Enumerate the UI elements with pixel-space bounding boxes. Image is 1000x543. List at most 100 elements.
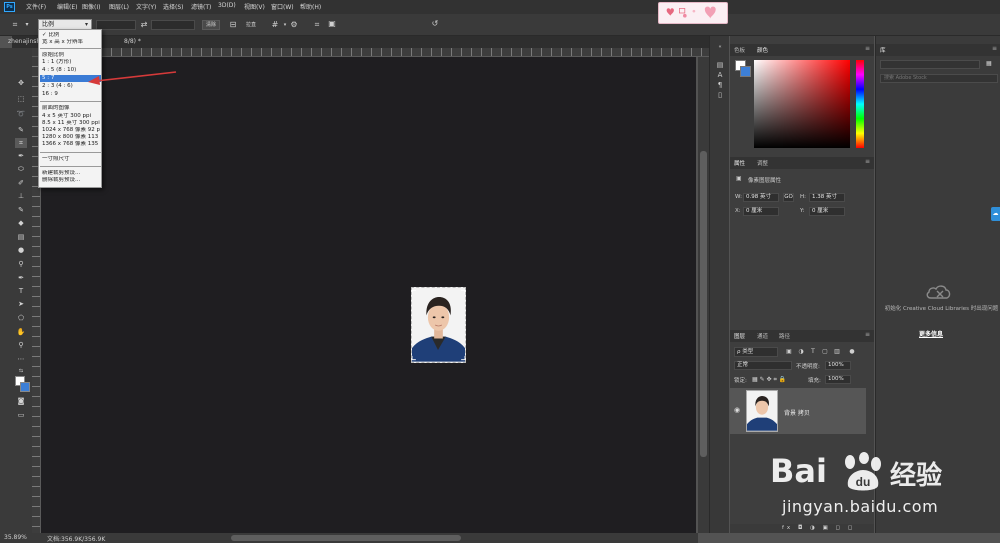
document-tab[interactable]: zhenajinsh xyxy=(8,38,40,45)
menu-window[interactable]: 窗口(W) xyxy=(271,2,294,11)
gear-icon[interactable]: ⚙ xyxy=(289,20,299,30)
move-tool-icon[interactable]: ✥ xyxy=(15,78,27,88)
menu-edit[interactable]: 编辑(E) xyxy=(57,2,77,11)
dodge-tool-icon[interactable]: ⚲ xyxy=(15,259,27,269)
blur-tool-icon[interactable]: ● xyxy=(15,245,27,255)
panel-menu-icon[interactable]: ≡ xyxy=(865,45,870,52)
menu-item-4x5-inch[interactable]: 4 x 5 英寸 300 ppi xyxy=(42,113,100,120)
tab-libraries[interactable]: 库 xyxy=(880,46,886,54)
library-select[interactable] xyxy=(880,60,980,69)
width-input[interactable]: 0.98 英寸 xyxy=(743,193,779,202)
vertical-scrollbar-thumb[interactable] xyxy=(700,151,707,457)
doc-size-info[interactable]: 文档:356.9K/356.9K xyxy=(47,534,105,543)
tab-adjustments[interactable]: 调整 xyxy=(757,159,768,167)
tab-swatches[interactable]: 色板 xyxy=(734,46,745,54)
horizontal-scrollbar-thumb[interactable] xyxy=(231,535,461,541)
blend-mode-select[interactable]: 正常 xyxy=(734,361,792,370)
tab-layers[interactable]: 图层 xyxy=(734,332,745,340)
hue-slider[interactable] xyxy=(856,60,864,148)
gradient-tool-icon[interactable]: ▤ xyxy=(15,232,27,242)
collapse-panel-icon[interactable]: « xyxy=(715,42,725,52)
filter-pixel-icon[interactable]: ▣ xyxy=(785,348,793,356)
eyedropper-tool-icon[interactable]: ✒ xyxy=(15,151,27,161)
quick-mask-icon[interactable]: ◙ xyxy=(15,396,27,406)
paragraph-icon[interactable]: ¶ xyxy=(715,80,725,90)
link-dimensions-button[interactable]: GO xyxy=(783,193,794,202)
crop-tool-active-icon[interactable]: ⌗ xyxy=(15,138,27,148)
menu-item-1-1[interactable]: 1 : 1 (方形) xyxy=(42,59,100,66)
crop-tool-icon[interactable]: ⌗ xyxy=(10,20,20,30)
clear-button[interactable]: 清除 xyxy=(202,20,220,30)
width-field[interactable] xyxy=(96,20,136,30)
layer-name[interactable]: 背景 拷贝 xyxy=(784,408,810,417)
side-cloud-tab[interactable]: ☁ xyxy=(991,207,1000,221)
opacity-input[interactable]: 100% xyxy=(825,361,851,370)
glyph-icon[interactable]: ▯ xyxy=(715,90,725,100)
menu-item-original-ratio[interactable]: 原始比例 xyxy=(42,52,100,59)
history-icon[interactable]: ▤ xyxy=(715,60,725,70)
menu-item-ratio[interactable]: ✓ 比例 xyxy=(42,32,100,39)
menu-item-delete-crop-preset[interactable]: 删除裁剪预设... xyxy=(42,177,100,184)
color-field[interactable] xyxy=(754,60,850,148)
menu-item-new-crop-preset[interactable]: 新建裁剪预设... xyxy=(42,170,100,177)
layer-filter-select[interactable]: ρ 类型 xyxy=(734,347,778,357)
eraser-tool-icon[interactable]: ◆ xyxy=(15,218,27,228)
menu-item-w-h-resolution[interactable]: 宽 x 高 x 分辨率 xyxy=(42,39,100,46)
default-colors-icon[interactable]: ⇆ xyxy=(15,366,27,376)
filter-adjust-icon[interactable]: ◑ xyxy=(797,348,805,356)
lasso-tool-icon[interactable]: ➰ xyxy=(15,109,27,119)
fill-input[interactable]: 100% xyxy=(825,375,851,384)
screen-mode-icon[interactable]: ▭ xyxy=(15,410,27,420)
portrait-photo-image[interactable] xyxy=(411,287,466,363)
vertical-scrollbar[interactable] xyxy=(698,57,709,533)
menu-type[interactable]: 文字(Y) xyxy=(136,2,156,11)
more-info-link[interactable]: 更多信息 xyxy=(919,329,943,338)
straighten-icon[interactable]: ⊟ xyxy=(228,20,238,30)
zoom-level[interactable]: 35.89% xyxy=(4,534,27,541)
menu-view[interactable]: 视图(V) xyxy=(244,2,265,11)
panel-menu-icon[interactable]: ≡ xyxy=(865,158,870,165)
menu-item-one-inch-photo[interactable]: 一寸照尺寸 xyxy=(42,156,100,163)
character-icon[interactable]: A xyxy=(715,70,725,80)
background-color-swatch[interactable] xyxy=(20,382,30,392)
menu-3d[interactable]: 3D(D) xyxy=(218,2,236,9)
menu-select[interactable]: 选择(S) xyxy=(163,2,184,11)
x-input[interactable]: 0 厘米 xyxy=(743,207,779,216)
height-input[interactable]: 1.38 英寸 xyxy=(809,193,845,202)
tab-channels[interactable]: 通道 xyxy=(757,332,768,340)
canvas-area[interactable] xyxy=(41,57,696,533)
menu-item-1280x800[interactable]: 1280 x 800 像素 113 ppi xyxy=(42,134,100,141)
filter-smart-icon[interactable]: ▥ xyxy=(833,348,841,356)
tool-preset-chevron-icon[interactable]: ▾ xyxy=(22,20,32,30)
menu-file[interactable]: 文件(F) xyxy=(26,2,46,11)
quick-select-tool-icon[interactable]: ✎ xyxy=(15,125,27,135)
panel-menu-icon[interactable]: ≡ xyxy=(992,45,997,52)
type-tool-icon[interactable]: T xyxy=(15,286,27,296)
delete-cropped-icon[interactable]: ⌗ xyxy=(312,20,322,30)
pen-tool-icon[interactable]: ✒ xyxy=(15,273,27,283)
height-field[interactable] xyxy=(151,20,195,30)
visibility-eye-icon[interactable]: ◉ xyxy=(734,406,740,414)
swap-dimensions-icon[interactable]: ⇄ xyxy=(139,20,149,30)
straighten-button[interactable]: 拉直 xyxy=(242,20,260,30)
filter-toggle-icon[interactable]: ● xyxy=(848,348,856,356)
overlay-grid-icon[interactable]: # xyxy=(270,20,280,30)
menu-item-16-9[interactable]: 16 : 9 xyxy=(42,91,100,98)
shape-tool-icon[interactable]: ⬠ xyxy=(15,313,27,323)
menu-item-front-image[interactable]: 前面的图像 xyxy=(42,105,100,112)
content-aware-icon[interactable]: ▣ xyxy=(327,19,337,29)
menu-image[interactable]: 图像(I) xyxy=(82,2,100,11)
color-background-swatch[interactable] xyxy=(740,66,751,77)
more-tools-icon[interactable]: ⋯ xyxy=(15,354,27,364)
marquee-tool-icon[interactable]: ⬚ xyxy=(15,94,27,104)
filter-shape-icon[interactable]: ▢ xyxy=(821,348,829,356)
reset-icon[interactable]: ↺ xyxy=(430,19,440,29)
menu-help[interactable]: 帮助(H) xyxy=(300,2,321,11)
hand-tool-icon[interactable]: ✋ xyxy=(15,327,27,337)
healing-brush-tool-icon[interactable]: ⬭ xyxy=(15,164,27,174)
stamp-tool-icon[interactable]: ⊥ xyxy=(15,191,27,201)
panel-menu-icon[interactable]: ≡ xyxy=(865,331,870,338)
menu-item-1366x768[interactable]: 1366 x 768 像素 135 ppi xyxy=(42,141,100,148)
y-input[interactable]: 0 厘米 xyxy=(809,207,845,216)
library-search-input[interactable]: 搜索 Adobe Stock xyxy=(880,74,998,83)
